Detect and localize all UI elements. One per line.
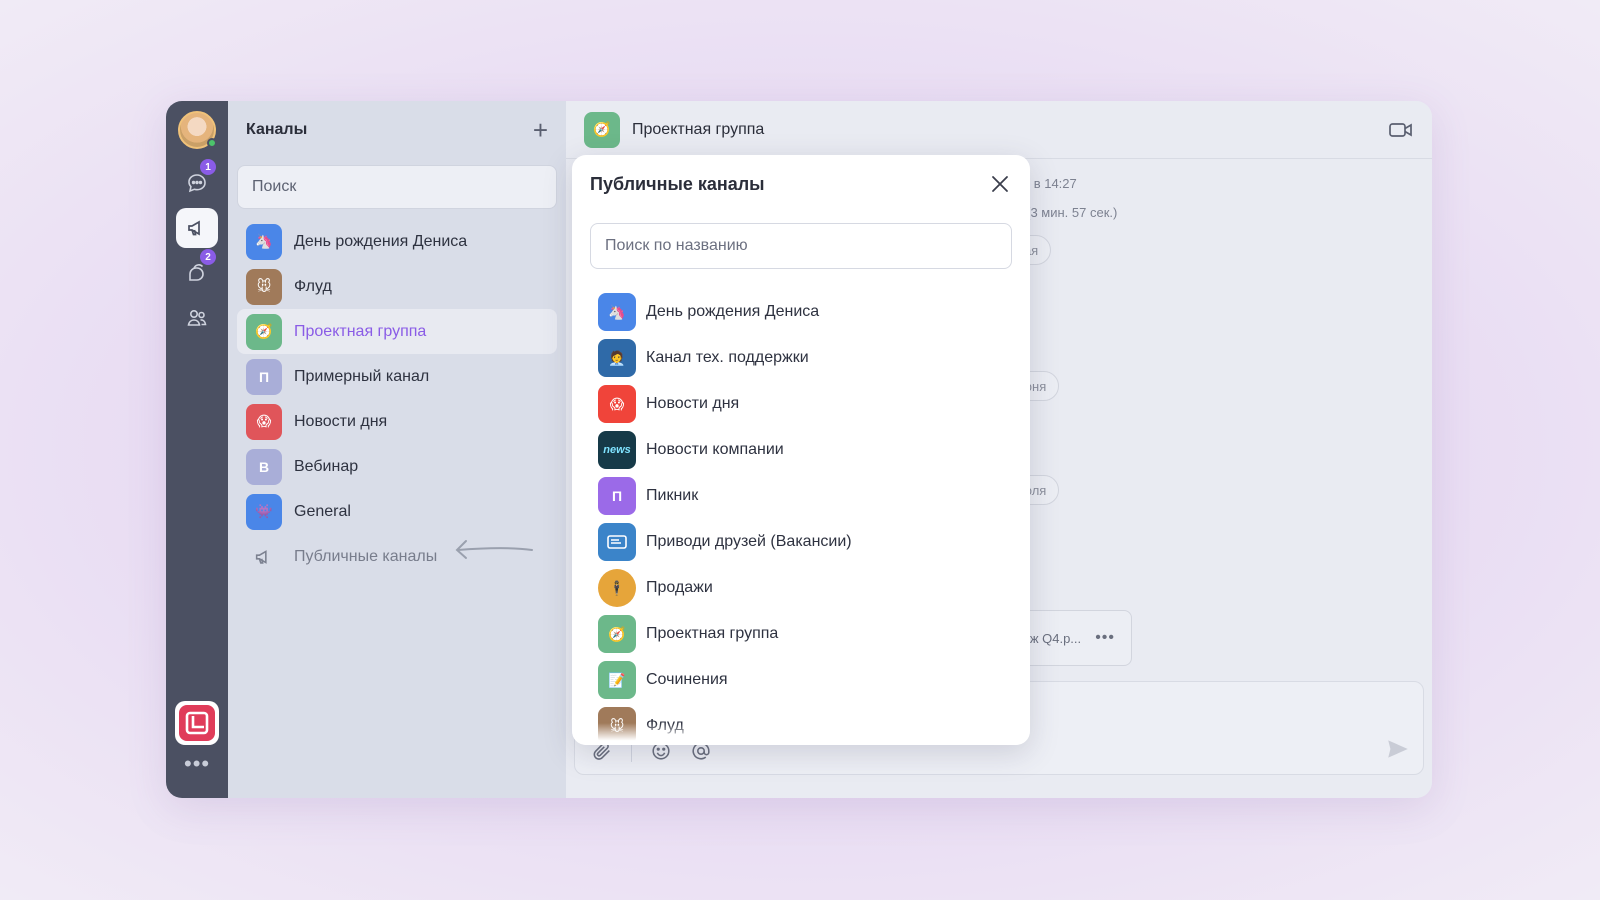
channel-letter-avatar: В bbox=[246, 448, 282, 485]
public-channel-item[interactable]: П Пикник bbox=[598, 473, 1004, 519]
app-rail: 1 2 ••• bbox=[166, 101, 228, 798]
businessman-icon: 🕴️ bbox=[598, 569, 636, 607]
chats-badge: 1 bbox=[200, 159, 216, 175]
chat-title: Проектная группа bbox=[632, 120, 765, 138]
user-avatar[interactable] bbox=[178, 111, 217, 149]
public-channel-item[interactable]: 🕴️ Продажи bbox=[598, 565, 1004, 611]
channel-label: Примерный канал bbox=[294, 367, 430, 385]
mouse-icon: 🐭 bbox=[246, 268, 282, 305]
scream-icon: 😱 bbox=[598, 385, 636, 423]
unicorn-icon: 🦄 bbox=[598, 293, 636, 331]
news-icon: news bbox=[598, 431, 636, 469]
public-channel-item[interactable]: 🧭 Проектная группа bbox=[598, 611, 1004, 657]
channel-item[interactable]: П Примерный канал bbox=[237, 354, 557, 399]
channel-label: Флуд bbox=[294, 277, 332, 295]
channel-label: Проектная группа bbox=[294, 322, 427, 340]
megaphone-icon bbox=[188, 220, 200, 236]
alien-icon: 👾 bbox=[246, 493, 282, 530]
channel-label: День рождения Дениса bbox=[294, 232, 468, 250]
channel-item[interactable]: В Вебинар bbox=[237, 444, 557, 489]
channel-item-active[interactable]: 🧭 Проектная группа bbox=[237, 309, 557, 354]
public-channel-label: Пикник bbox=[646, 487, 699, 504]
public-channel-list: 🦄 День рождения Дениса 🧑‍💼 Канал тех. по… bbox=[572, 289, 1030, 745]
public-channel-label: День рождения Дениса bbox=[646, 303, 820, 320]
channels-header: Каналы + bbox=[228, 101, 566, 159]
channel-item[interactable]: 😱 Новости дня bbox=[237, 399, 557, 444]
channel-label: General bbox=[294, 502, 351, 520]
channel-list: 🦄 День рождения Дениса 🐭 Флуд 🧭 Проектна… bbox=[228, 219, 566, 579]
public-channel-label: Новости компании bbox=[646, 441, 784, 458]
list-scroll-fade bbox=[572, 723, 1030, 745]
public-channel-label: Продажи bbox=[646, 579, 713, 596]
channels-title: Каналы bbox=[246, 121, 308, 138]
video-call-icon[interactable] bbox=[1388, 119, 1414, 141]
notepad-icon: 📝 bbox=[598, 661, 636, 699]
channel-label: Вебинар bbox=[294, 457, 359, 475]
rail-threads-button[interactable]: 2 bbox=[176, 249, 218, 293]
vacancies-icon bbox=[598, 523, 636, 561]
public-channels-label: Публичные каналы bbox=[294, 547, 438, 565]
compass-icon: 🧭 bbox=[598, 615, 636, 653]
channel-item[interactable]: 👾 General bbox=[237, 489, 557, 534]
rail-channels-button[interactable] bbox=[176, 208, 218, 248]
person-icon: 🧑‍💼 bbox=[598, 339, 636, 377]
modal-header: Публичные каналы bbox=[572, 155, 1030, 213]
unicorn-icon: 🦄 bbox=[246, 223, 282, 260]
public-channel-label: Новости дня bbox=[646, 395, 740, 412]
public-channel-item[interactable]: 🧑‍💼 Канал тех. поддержки bbox=[598, 335, 1004, 381]
online-indicator bbox=[207, 138, 217, 148]
contacts-icon bbox=[187, 310, 207, 326]
channel-label: Новости дня bbox=[294, 412, 388, 430]
channels-panel: Каналы + Поиск 🦄 День рождения Дениса 🐭 … bbox=[228, 101, 566, 798]
compass-icon: 🧭 bbox=[246, 313, 282, 350]
public-channel-label: Канал тех. поддержки bbox=[646, 349, 809, 366]
channels-search-input[interactable]: Поиск bbox=[237, 165, 557, 209]
chat-header: 🧭 Проектная группа bbox=[566, 101, 1432, 159]
megaphone-icon bbox=[246, 539, 282, 575]
file-more-button[interactable]: ••• bbox=[1095, 629, 1115, 647]
public-channel-item[interactable]: 😱 Новости дня bbox=[598, 381, 1004, 427]
hint-arrow-icon bbox=[455, 540, 533, 559]
close-icon[interactable] bbox=[988, 172, 1012, 196]
public-channel-item[interactable]: 📝 Сочинения bbox=[598, 657, 1004, 703]
brand-logo-button[interactable] bbox=[175, 701, 219, 745]
scream-icon: 😱 bbox=[246, 403, 282, 440]
add-channel-button[interactable]: + bbox=[533, 115, 548, 146]
public-channel-label: Приводи друзей (Вакансии) bbox=[646, 533, 852, 550]
public-channels-modal: Публичные каналы Поиск по названию 🦄 Ден… bbox=[572, 155, 1030, 745]
compass-icon: 🧭 bbox=[584, 111, 620, 148]
rail-more-button[interactable]: ••• bbox=[184, 751, 210, 777]
channel-item[interactable]: 🦄 День рождения Дениса bbox=[237, 219, 557, 264]
public-channel-label: Проектная группа bbox=[646, 625, 779, 642]
modal-title: Публичные каналы bbox=[590, 173, 765, 194]
brand-logo-icon bbox=[179, 705, 215, 741]
rail-contacts-button[interactable] bbox=[176, 298, 218, 338]
send-icon[interactable] bbox=[1385, 736, 1411, 762]
rail-chats-button[interactable]: 1 bbox=[176, 159, 218, 203]
public-channel-item[interactable]: news Новости компании bbox=[598, 427, 1004, 473]
channel-letter-avatar: П bbox=[598, 477, 636, 515]
modal-search-input[interactable]: Поиск по названию bbox=[590, 223, 1012, 269]
channel-letter-avatar: П bbox=[246, 358, 282, 395]
public-channel-item[interactable]: Приводи друзей (Вакансии) bbox=[598, 519, 1004, 565]
threads-badge: 2 bbox=[200, 249, 216, 265]
public-channel-item[interactable]: 🦄 День рождения Дениса bbox=[598, 289, 1004, 335]
public-channel-label: Сочинения bbox=[646, 671, 728, 688]
channel-item[interactable]: 🐭 Флуд bbox=[237, 264, 557, 309]
